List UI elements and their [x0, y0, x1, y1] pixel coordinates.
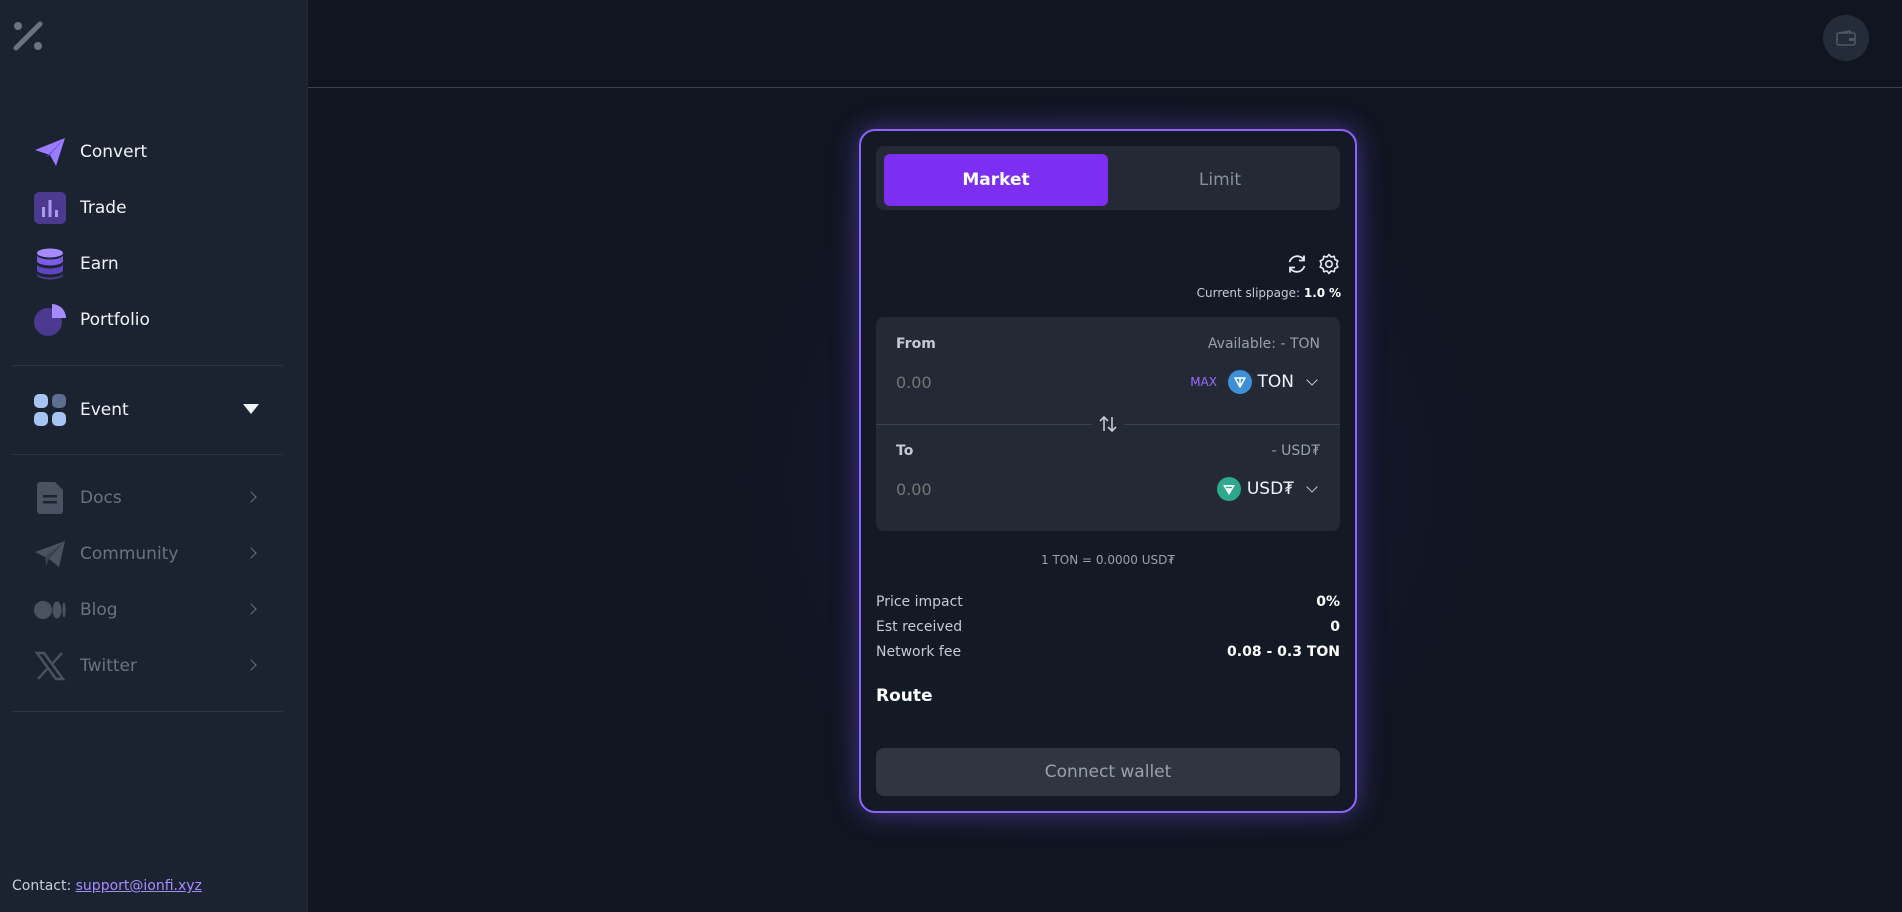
order-type-tabs: Market Limit: [876, 146, 1340, 210]
logo-icon[interactable]: [12, 20, 44, 52]
wallet-icon: [1836, 30, 1856, 46]
usdt-token-icon: [1216, 477, 1241, 501]
apps-grid-icon: [34, 394, 66, 426]
chevron-right-icon: [245, 491, 257, 503]
slippage-label: Current slippage:: [1196, 286, 1301, 300]
main-nav: Convert Trade Earn Portfolio: [12, 124, 283, 348]
link-label: Docs: [80, 488, 122, 508]
slippage-value: 1.0: [1303, 286, 1326, 300]
connect-wallet-button[interactable]: Connect wallet: [876, 748, 1340, 796]
chevron-right-icon: [245, 547, 257, 559]
link-label: Twitter: [80, 656, 137, 676]
contact-info: Contact: support@ionfi.xyz: [12, 878, 202, 894]
chevron-right-icon: [245, 603, 257, 615]
card-tools: [1285, 252, 1341, 276]
link-blog[interactable]: Blog: [12, 582, 283, 638]
external-links: Docs Community Blog Twitter: [12, 470, 283, 694]
info-key: Est received: [876, 619, 963, 635]
x-icon: [34, 650, 66, 682]
to-token-select[interactable]: USD₮: [1216, 477, 1320, 501]
header-divider: [308, 87, 1902, 88]
link-twitter[interactable]: Twitter: [12, 638, 283, 694]
swap-direction-button[interactable]: [1092, 412, 1124, 436]
from-amount-input[interactable]: [896, 373, 1116, 392]
available-balance: Available: - TON: [1207, 336, 1320, 352]
divider: [12, 711, 283, 712]
tab-market[interactable]: Market: [884, 154, 1108, 206]
divider: [12, 365, 283, 366]
chevron-down-icon: [1306, 481, 1318, 493]
divider: [12, 454, 283, 455]
wallet-button[interactable]: [1823, 15, 1869, 61]
to-balance: - USD₮: [1271, 443, 1320, 459]
nav-label: Trade: [80, 198, 127, 218]
contact-email-link[interactable]: support@ionfi.xyz: [76, 878, 202, 894]
from-label: From: [896, 336, 936, 352]
telegram-icon: [34, 538, 66, 570]
from-token-select[interactable]: TON: [1227, 370, 1320, 394]
nav-label: Portfolio: [80, 310, 150, 330]
settings-gear-icon[interactable]: [1317, 252, 1341, 276]
document-icon: [34, 482, 66, 514]
nav-item-event[interactable]: Event: [12, 382, 283, 438]
sidebar: Convert Trade Earn Portfolio Event Docs …: [0, 0, 308, 912]
nav-label: Convert: [80, 142, 148, 162]
nav-item-earn[interactable]: Earn: [12, 236, 283, 292]
nav-item-portfolio[interactable]: Portfolio: [12, 292, 283, 348]
link-label: Community: [80, 544, 179, 564]
database-icon: [34, 248, 66, 280]
slippage-unit: %: [1328, 286, 1341, 300]
link-community[interactable]: Community: [12, 526, 283, 582]
chevron-right-icon: [245, 659, 257, 671]
to-token-symbol: USD₮: [1246, 479, 1294, 499]
info-value: 0.08 - 0.3 TON: [1227, 644, 1340, 660]
route-heading: Route: [876, 686, 933, 706]
nav-item-trade[interactable]: Trade: [12, 180, 283, 236]
nav-item-convert[interactable]: Convert: [12, 124, 283, 180]
to-amount-input[interactable]: [896, 480, 1116, 499]
to-label: To: [896, 443, 914, 459]
exchange-rate: 1 TON = 0.0000 USD₮: [1041, 553, 1175, 567]
refresh-icon[interactable]: [1285, 252, 1309, 276]
info-row-est-received: Est received 0: [876, 619, 1340, 635]
swap-arrows-icon: [1099, 415, 1117, 433]
swap-box: From Available: - TON MAX TON To - USD₮: [876, 317, 1340, 531]
ton-token-icon: [1227, 370, 1252, 394]
info-row-price-impact: Price impact 0%: [876, 594, 1340, 610]
chevron-down-icon: [1306, 374, 1318, 386]
slippage-info: Current slippage: 1.0 %: [1197, 286, 1341, 300]
link-label: Blog: [80, 600, 118, 620]
max-button[interactable]: MAX: [1190, 375, 1217, 389]
chart-bars-icon: [34, 192, 66, 224]
info-value: 0%: [1316, 594, 1340, 610]
link-docs[interactable]: Docs: [12, 470, 283, 526]
info-row-network-fee: Network fee 0.08 - 0.3 TON: [876, 644, 1340, 660]
caret-down-icon: [243, 404, 259, 414]
info-value: 0: [1330, 619, 1340, 635]
send-icon: [34, 136, 66, 168]
swap-card: Market Limit Current slippage: 1.0 % Fro…: [859, 129, 1357, 813]
nav-label: Event: [80, 400, 129, 420]
pie-chart-icon: [34, 304, 66, 336]
medium-icon: [34, 594, 66, 626]
tab-limit[interactable]: Limit: [1108, 154, 1332, 206]
from-token-symbol: TON: [1257, 372, 1294, 392]
info-key: Network fee: [876, 644, 962, 660]
contact-label: Contact:: [12, 878, 72, 894]
nav-label: Earn: [80, 254, 119, 274]
info-key: Price impact: [876, 594, 963, 610]
